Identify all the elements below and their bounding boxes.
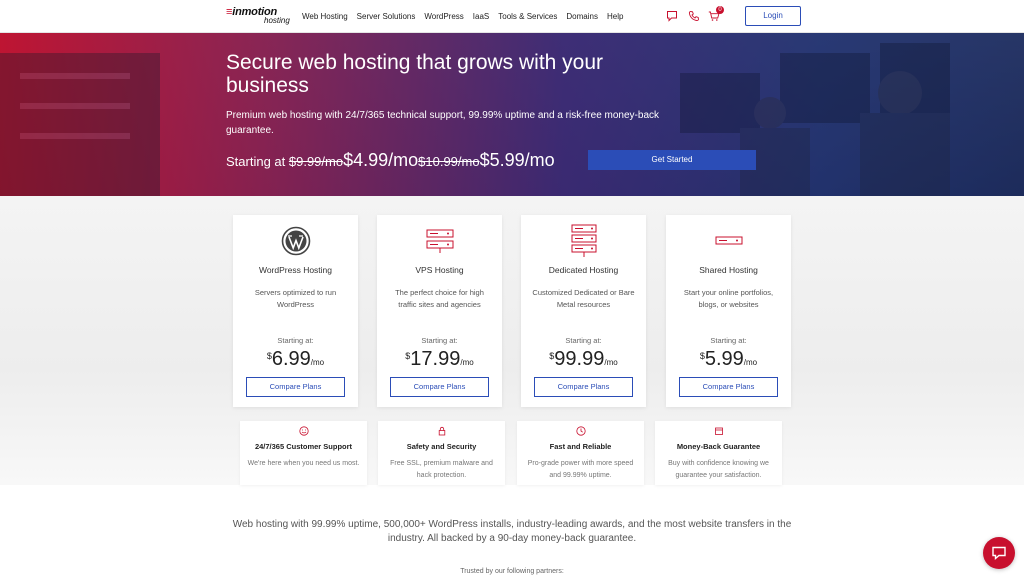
hero-title: Secure web hosting that grows with your … bbox=[226, 51, 604, 97]
chat-bubble-icon bbox=[992, 546, 1006, 561]
plan-price: $17.99/mo bbox=[405, 348, 474, 370]
nav-link-tools-services[interactable]: Tools & Services bbox=[498, 12, 557, 21]
plan-price: $5.99/mo bbox=[699, 348, 758, 370]
nav-link-help[interactable]: Help bbox=[607, 12, 623, 21]
plan-title: Shared Hosting bbox=[699, 265, 758, 275]
feature-money-back: Money-Back Guarantee Buy with confidence… bbox=[655, 421, 782, 485]
login-button[interactable]: Login bbox=[745, 6, 801, 26]
feature-title: Fast and Reliable bbox=[549, 442, 612, 451]
nav-links: Web Hosting Server Solutions WordPress I… bbox=[302, 12, 632, 21]
plan-starting-label: Starting at: bbox=[421, 336, 458, 345]
new-price-1: $4.99/mo bbox=[343, 150, 419, 170]
hero-price-line: Starting at $9.99/mo$4.99/mo$10.99/mo$5.… bbox=[226, 150, 555, 171]
feature-title: Money-Back Guarantee bbox=[676, 442, 761, 451]
smiley-icon bbox=[298, 426, 309, 436]
clock-icon bbox=[575, 426, 586, 436]
live-chat-button[interactable] bbox=[983, 537, 1015, 569]
logo-subtext: hosting bbox=[264, 16, 290, 25]
plan-description: The perfect choice for high traffic site… bbox=[395, 288, 484, 309]
plan-title: Dedicated Hosting bbox=[548, 265, 619, 275]
plan-price: $6.99/mo bbox=[266, 348, 325, 370]
vps-server-icon bbox=[426, 229, 453, 253]
nav-link-wordpress[interactable]: WordPress bbox=[424, 12, 463, 21]
hosting-tagline: Web hosting with 99.99% uptime, 500,000+… bbox=[232, 519, 792, 544]
dedicated-server-icon bbox=[571, 224, 596, 257]
compare-plans-button[interactable]: Compare Plans bbox=[246, 377, 345, 397]
plan-title: WordPress Hosting bbox=[258, 265, 333, 275]
hero-banner: Secure web hosting that grows with your … bbox=[0, 33, 1024, 196]
chat-icon[interactable] bbox=[666, 10, 678, 22]
calendar-icon bbox=[714, 427, 723, 435]
plan-description: Servers optimized to run WordPress bbox=[254, 288, 337, 309]
plans-section bbox=[0, 196, 1024, 485]
plan-description: Customized Dedicated or Bare Metal resou… bbox=[532, 288, 635, 309]
hero-subtitle: Premium web hosting with 24/7/365 techni… bbox=[226, 110, 660, 136]
inmotion-logo[interactable]: ≡inmotion hosting bbox=[226, 6, 296, 28]
plan-card-wordpress: WordPress Hosting Servers optimized to r… bbox=[233, 215, 358, 407]
old-price-2: $10.99/mo bbox=[418, 154, 480, 169]
feature-title: Safety and Security bbox=[406, 442, 477, 451]
compare-plans-button[interactable]: Compare Plans bbox=[534, 377, 633, 397]
compare-plans-button[interactable]: Compare Plans bbox=[390, 377, 489, 397]
nav-link-iaas[interactable]: IaaS bbox=[473, 12, 489, 21]
plan-card-vps: VPS Hosting The perfect choice for high … bbox=[377, 215, 502, 407]
feature-description: Pro-grade power with more speed and 99.9… bbox=[527, 460, 634, 479]
plan-starting-label: Starting at: bbox=[710, 336, 747, 345]
feature-title: 24/7/365 Customer Support bbox=[254, 442, 353, 451]
old-price-1: $9.99/mo bbox=[288, 154, 344, 169]
cart-count-badge: 0 bbox=[716, 6, 724, 14]
plan-price: $99.99/mo bbox=[549, 348, 618, 370]
compare-plans-button[interactable]: Compare Plans bbox=[679, 377, 778, 397]
nav-link-web-hosting[interactable]: Web Hosting bbox=[302, 12, 348, 21]
partners-label: Trusted by our following partners: bbox=[460, 568, 564, 575]
plan-starting-label: Starting at: bbox=[565, 336, 602, 345]
new-price-2: $5.99/mo bbox=[479, 150, 555, 170]
plan-description: Start your online portfolios, blogs, or … bbox=[683, 288, 774, 309]
top-navigation: ≡inmotion hosting Web Hosting Server Sol… bbox=[0, 0, 1024, 33]
feature-description: Buy with confidence knowing we guarantee… bbox=[668, 460, 769, 479]
nav-link-domains[interactable]: Domains bbox=[566, 12, 598, 21]
phone-icon[interactable] bbox=[688, 10, 700, 22]
plan-starting-label: Starting at: bbox=[277, 336, 314, 345]
feature-safety-security: Safety and Security Free SSL, premium ma… bbox=[378, 421, 505, 485]
plan-card-shared: Shared Hosting Start your online portfol… bbox=[666, 215, 791, 407]
plan-title: VPS Hosting bbox=[415, 265, 464, 275]
get-started-button[interactable]: Get Started bbox=[588, 150, 756, 170]
feature-fast-reliable: Fast and Reliable Pro-grade power with m… bbox=[517, 421, 644, 485]
lock-icon bbox=[438, 426, 445, 436]
feature-description: Free SSL, premium malware and hack prote… bbox=[390, 460, 493, 479]
shared-server-icon bbox=[715, 236, 742, 245]
wordpress-icon bbox=[281, 226, 310, 256]
feature-description: We're here when you need us most. bbox=[247, 460, 360, 467]
nav-link-server-solutions[interactable]: Server Solutions bbox=[357, 12, 416, 21]
feature-customer-support: 24/7/365 Customer Support We're here whe… bbox=[240, 421, 367, 485]
plan-card-dedicated: Dedicated Hosting Customized Dedicated o… bbox=[521, 215, 646, 407]
starting-at-label: Starting at bbox=[226, 154, 289, 169]
